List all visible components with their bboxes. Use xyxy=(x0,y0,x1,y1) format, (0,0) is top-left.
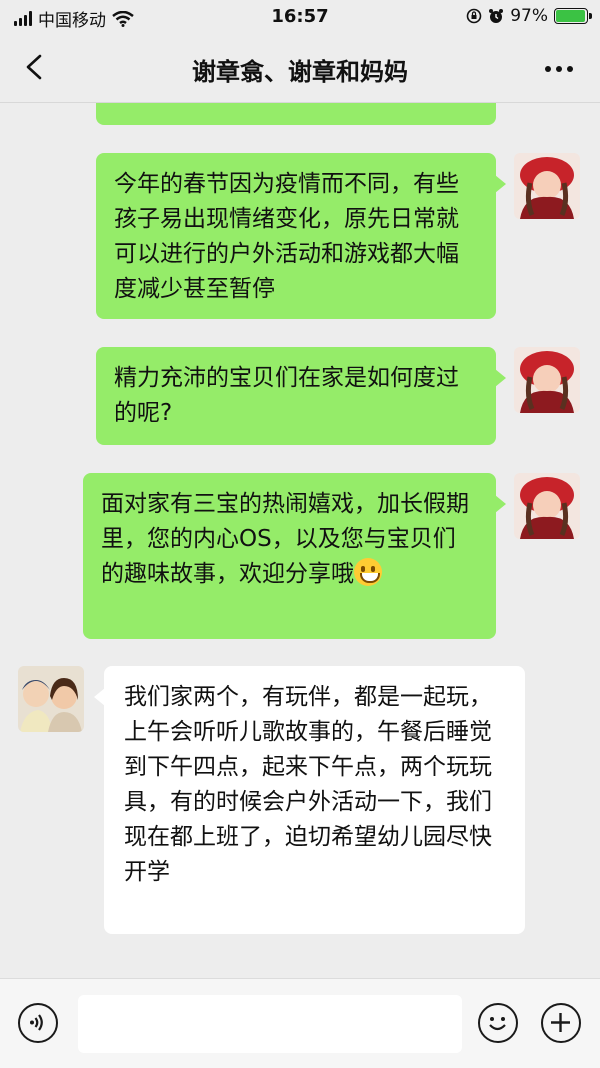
grinning-face-emoji-icon xyxy=(354,558,382,586)
avatar[interactable] xyxy=(18,666,84,732)
input-bar xyxy=(0,978,600,1068)
status-right: 97% xyxy=(466,6,592,26)
orientation-lock-icon xyxy=(466,8,482,24)
avatar-image xyxy=(514,347,580,413)
message-text: 面对家有三宝的热闹嬉戏，加长假期里，您的内心OS，以及您与宝贝们的趣味故事，欢迎… xyxy=(101,491,469,587)
message-text: 今年的春节因为疫情而不同，有些孩子易出现情绪变化，原先日常就可以进行的户外活动和… xyxy=(114,171,459,302)
chat-title: 谢章翕、谢章和妈妈 xyxy=(192,58,408,86)
emoji-icon[interactable] xyxy=(478,1003,518,1043)
avatar[interactable] xyxy=(514,153,580,219)
avatar-image xyxy=(18,666,84,732)
avatar-image xyxy=(514,153,580,219)
message-text: 我们家两个，有玩伴，都是一起玩，上午会听听儿歌故事的，午餐后睡觉到下午四点，起来… xyxy=(124,684,492,885)
message-text: 精力充沛的宝贝们在家是如何度过的呢? xyxy=(114,365,459,426)
alarm-icon xyxy=(489,9,504,23)
message-bubble[interactable]: 今年的春节因为疫情而不同，有些孩子易出现情绪变化，原先日常就可以进行的户外活动和… xyxy=(96,153,506,319)
battery-fill xyxy=(556,10,586,22)
message-bubble-partial[interactable] xyxy=(96,103,496,125)
message-bubble[interactable]: 精力充沛的宝贝们在家是如何度过的呢? xyxy=(96,347,506,445)
avatar-image xyxy=(514,473,580,539)
avatar[interactable] xyxy=(514,473,580,539)
chat-header: 谢章翕、谢章和妈妈 xyxy=(0,34,600,103)
avatar[interactable] xyxy=(514,347,580,413)
plus-icon[interactable] xyxy=(541,1003,581,1043)
message-list[interactable]: 今年的春节因为疫情而不同，有些孩子易出现情绪变化，原先日常就可以进行的户外活动和… xyxy=(0,103,600,978)
status-bar: 中国移动 16:57 97% xyxy=(0,0,600,34)
message-bubble[interactable]: 我们家两个，有玩伴，都是一起玩，上午会听听儿歌故事的，午餐后睡觉到下午四点，起来… xyxy=(94,666,525,934)
message-input[interactable] xyxy=(78,995,462,1053)
battery-percent: 97% xyxy=(510,6,548,26)
voice-icon[interactable] xyxy=(18,1003,58,1043)
battery-icon xyxy=(554,8,592,24)
message-bubble[interactable]: 面对家有三宝的热闹嬉戏，加长假期里，您的内心OS，以及您与宝贝们的趣味故事，欢迎… xyxy=(83,473,506,639)
ellipsis-icon[interactable] xyxy=(542,52,576,86)
